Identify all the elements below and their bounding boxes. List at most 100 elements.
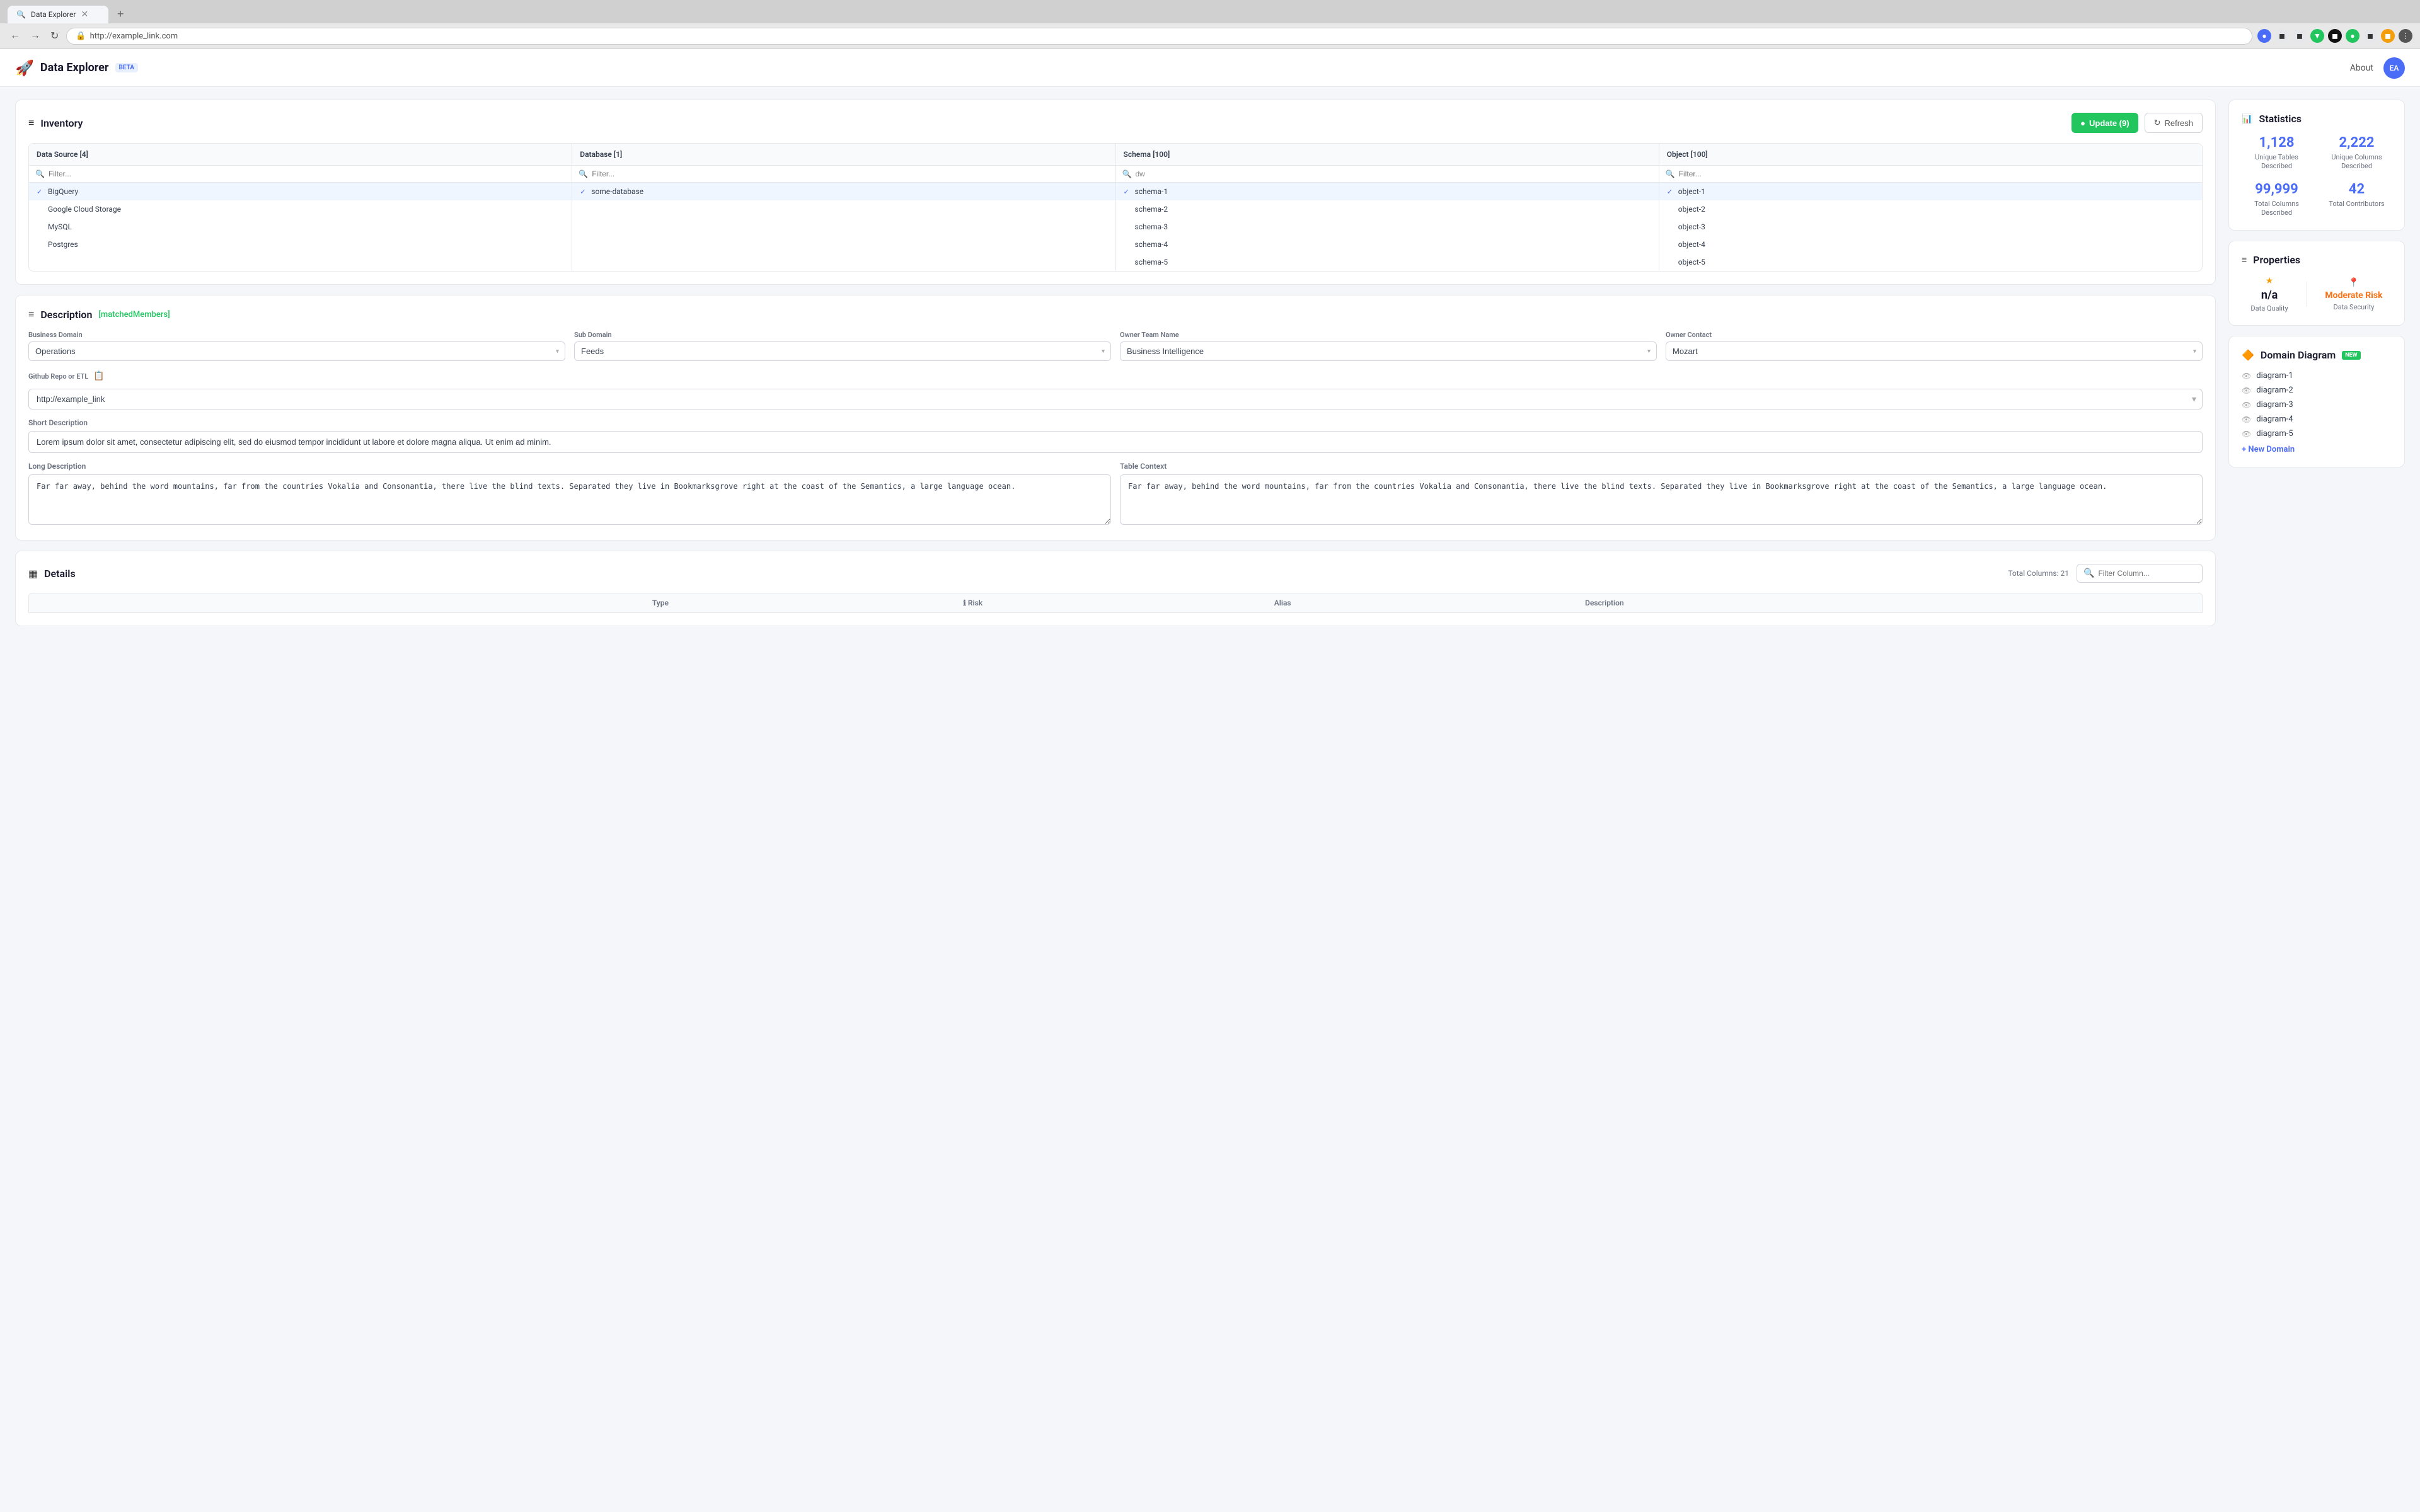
ext-icon-3[interactable]: ◼: [2293, 29, 2307, 43]
sub-domain-select[interactable]: Feeds: [574, 341, 1111, 361]
owner-contact-select[interactable]: Mozart: [1666, 341, 2203, 361]
short-desc-input[interactable]: [28, 431, 2203, 453]
browser-tab[interactable]: 🔍 Data Explorer ✕: [8, 6, 108, 23]
data-source-item[interactable]: Google Cloud Storage: [29, 200, 572, 218]
copy-icon[interactable]: 📋: [93, 371, 104, 381]
long-desc-textarea[interactable]: Far far away, behind the word mountains,…: [28, 474, 1111, 525]
eye-icon: 👁: [2242, 401, 2251, 410]
domain-diagram-header: 🔶 Domain Diagram NEW: [2242, 349, 2392, 361]
github-dropdown-icon: ▾: [2192, 394, 2196, 404]
about-link[interactable]: About: [2350, 63, 2373, 73]
long-desc-grid: Long Description Far far away, behind th…: [28, 462, 2203, 527]
object-item[interactable]: object-4: [1659, 236, 2202, 253]
unique-columns-value: 2,222: [2322, 135, 2392, 151]
eye-icon: 👁: [2242, 372, 2251, 381]
stats-grid: 1,128 Unique Tables Described 2,222 Uniq…: [2242, 135, 2392, 217]
github-label: Github Repo or ETL: [28, 372, 88, 381]
database-item[interactable]: ✓some-database: [572, 183, 1115, 200]
user-avatar[interactable]: EA: [2383, 57, 2405, 79]
object-item[interactable]: object-3: [1659, 218, 2202, 236]
object-item[interactable]: object-5: [1659, 253, 2202, 271]
ext-icon-7[interactable]: ◼: [2363, 29, 2377, 43]
github-input-wrapper: ▾: [28, 389, 2203, 410]
github-input[interactable]: [28, 389, 2203, 410]
details-title-group: ▦ Details: [28, 568, 76, 580]
eye-icon: 👁: [2242, 415, 2251, 424]
beta-badge: BETA: [115, 63, 139, 72]
forward-btn[interactable]: →: [28, 28, 43, 44]
col-header-alias: Alias: [1274, 598, 1579, 607]
refresh-button[interactable]: ↻ Refresh: [2145, 113, 2203, 133]
total-contributors-stat: 42 Total Contributors: [2322, 181, 2392, 218]
col-header-name: [37, 598, 646, 607]
eye-icon: 👁: [2242, 386, 2251, 395]
object-item[interactable]: ✓object-1: [1659, 183, 2202, 200]
ext-menu-btn[interactable]: ⋮: [2399, 29, 2412, 43]
inventory-header: ≡ Inventory ● Update (9) ↻ Refresh: [28, 113, 2203, 133]
statistics-title: Statistics: [2259, 113, 2302, 125]
unique-tables-stat: 1,128 Unique Tables Described: [2242, 135, 2312, 171]
data-source-filter-input[interactable]: [49, 169, 565, 178]
properties-header: ≡ Properties: [2242, 254, 2392, 266]
new-domain-button[interactable]: + New Domain: [2242, 445, 2392, 454]
reload-btn[interactable]: ↻: [48, 27, 61, 45]
ext-icon-8[interactable]: ◼: [2381, 29, 2395, 43]
properties-row: ★ n/a Data Quality 📍 Moderate Risk Data …: [2242, 276, 2392, 312]
data-source-item[interactable]: MySQL: [29, 218, 572, 236]
address-bar[interactable]: 🔒 http://example_link.com: [66, 28, 2252, 45]
search-icon-db: 🔍: [579, 169, 588, 178]
tab-title: Data Explorer: [31, 10, 76, 19]
diagram-item[interactable]: 👁diagram-2: [2242, 386, 2392, 395]
data-quality-value: n/a: [2261, 289, 2278, 302]
inventory-card: ≡ Inventory ● Update (9) ↻ Refresh: [15, 100, 2216, 285]
business-domain-select[interactable]: Operations: [28, 341, 565, 361]
total-contributors-label: Total Contributors: [2322, 200, 2392, 209]
check-icon: ✓: [37, 188, 44, 196]
object-item[interactable]: object-2: [1659, 200, 2202, 218]
ext-icon-1[interactable]: ●: [2257, 29, 2271, 43]
schema-filter[interactable]: 🔍: [1116, 166, 1659, 183]
statistics-icon: 📊: [2242, 114, 2252, 124]
update-button[interactable]: ● Update (9): [2071, 113, 2138, 133]
database-filter[interactable]: 🔍: [572, 166, 1115, 183]
statistics-card: 📊 Statistics 1,128 Unique Tables Describ…: [2228, 100, 2405, 231]
schema-filter-input[interactable]: [1135, 169, 1652, 178]
data-security-risk: Moderate Risk: [2325, 290, 2382, 301]
ext-icon-5[interactable]: ◼: [2328, 29, 2342, 43]
database-items: ✓some-database: [572, 183, 1115, 200]
schema-item[interactable]: schema-4: [1116, 236, 1659, 253]
ext-icon-6[interactable]: ●: [2346, 29, 2360, 43]
object-filter-input[interactable]: [1679, 169, 2196, 178]
data-source-item[interactable]: ✓BigQuery: [29, 183, 572, 200]
unique-columns-stat: 2,222 Unique Columns Described: [2322, 135, 2392, 171]
database-filter-input[interactable]: [592, 169, 1109, 178]
schema-item[interactable]: schema-3: [1116, 218, 1659, 236]
data-source-item[interactable]: Postgres: [29, 236, 572, 253]
domain-diagram-title: Domain Diagram: [2261, 349, 2336, 361]
ext-icon-2[interactable]: ◼: [2275, 29, 2289, 43]
diagram-item[interactable]: 👁diagram-4: [2242, 415, 2392, 424]
diagram-item[interactable]: 👁diagram-3: [2242, 400, 2392, 410]
url-lock-icon: 🔒: [76, 32, 86, 41]
col-header-description: Description: [1585, 598, 2194, 607]
table-context-textarea[interactable]: Far far away, behind the word mountains,…: [1120, 474, 2203, 525]
col-header-type: Type: [652, 598, 957, 607]
left-panel: ≡ Inventory ● Update (9) ↻ Refresh: [15, 100, 2216, 626]
filter-column-input[interactable]: [2098, 569, 2196, 578]
domain-diagram-title-group: 🔶 Domain Diagram NEW: [2242, 349, 2361, 361]
tab-close-btn[interactable]: ✕: [81, 9, 88, 20]
long-desc-group: Long Description Far far away, behind th…: [28, 462, 1111, 527]
ext-icon-4[interactable]: ▼: [2310, 29, 2324, 43]
back-btn[interactable]: ←: [8, 28, 23, 44]
details-controls: Total Columns: 21 🔍: [2008, 564, 2203, 583]
owner-team-select[interactable]: Business Intelligence: [1120, 341, 1657, 361]
diagram-item[interactable]: 👁diagram-5: [2242, 429, 2392, 438]
data-source-filter[interactable]: 🔍: [29, 166, 572, 183]
description-header: ≡ Description [matchedMembers]: [28, 308, 2203, 321]
object-filter[interactable]: 🔍: [1659, 166, 2202, 183]
schema-item[interactable]: schema-5: [1116, 253, 1659, 271]
schema-item[interactable]: schema-2: [1116, 200, 1659, 218]
schema-item[interactable]: ✓schema-1: [1116, 183, 1659, 200]
diagram-item[interactable]: 👁diagram-1: [2242, 371, 2392, 381]
new-tab-btn[interactable]: +: [112, 5, 129, 23]
